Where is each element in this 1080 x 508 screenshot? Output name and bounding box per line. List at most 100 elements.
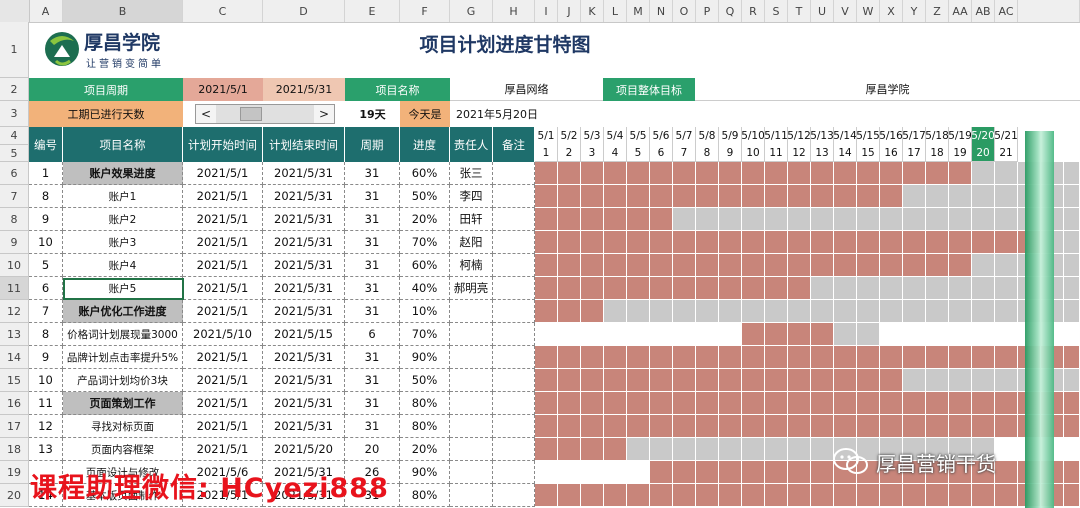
task-progress[interactable]: 80% [400, 484, 450, 507]
row-header-18[interactable]: 18 [0, 438, 29, 461]
column-header-y[interactable]: Y [903, 0, 926, 22]
scroll-thumb[interactable] [240, 107, 262, 121]
task-no[interactable]: 9 [29, 346, 63, 369]
task-plan-end[interactable]: 2021/5/31 [263, 162, 345, 185]
task-name[interactable]: 账户3 [63, 231, 183, 254]
column-header-s[interactable]: S [765, 0, 788, 22]
task-progress[interactable]: 80% [400, 392, 450, 415]
task-note[interactable] [493, 300, 535, 323]
task-note[interactable] [493, 231, 535, 254]
column-header-w[interactable]: W [857, 0, 880, 22]
row-header-13[interactable]: 13 [0, 323, 29, 346]
task-no[interactable]: 7 [29, 300, 63, 323]
column-header-j[interactable]: J [558, 0, 581, 22]
task-progress[interactable]: 40% [400, 277, 450, 300]
task-plan-start[interactable]: 2021/5/1 [183, 277, 263, 300]
task-plan-start[interactable]: 2021/5/1 [183, 254, 263, 277]
column-header-e[interactable]: E [345, 0, 400, 22]
column-header-aa[interactable]: AA [949, 0, 972, 22]
row-header-3[interactable]: 3 [0, 101, 29, 127]
row-header-9[interactable]: 9 [0, 231, 29, 254]
task-plan-start[interactable]: 2021/5/1 [183, 300, 263, 323]
project-name-value[interactable]: 厚昌网络 [450, 78, 603, 101]
task-name[interactable]: 账户优化工作进度 [63, 300, 183, 323]
scroll-left-button[interactable]: < [196, 105, 216, 123]
column-header-o[interactable]: O [673, 0, 696, 22]
row-header-17[interactable]: 17 [0, 415, 29, 438]
task-note[interactable] [493, 369, 535, 392]
task-owner[interactable]: 李四 [450, 185, 493, 208]
row-header-15[interactable]: 15 [0, 369, 29, 392]
task-name[interactable]: 页面内容框架 [63, 438, 183, 461]
task-plan-end[interactable]: 2021/5/31 [263, 231, 345, 254]
row-header-5[interactable]: 5 [0, 145, 29, 162]
task-no[interactable]: 6 [29, 277, 63, 300]
task-plan-end[interactable]: 2021/5/31 [263, 392, 345, 415]
task-duration[interactable]: 31 [345, 369, 400, 392]
task-progress[interactable]: 60% [400, 162, 450, 185]
task-owner[interactable] [450, 461, 493, 484]
task-progress[interactable]: 90% [400, 461, 450, 484]
task-progress[interactable]: 10% [400, 300, 450, 323]
task-progress[interactable]: 50% [400, 369, 450, 392]
row-header-19[interactable]: 19 [0, 461, 29, 484]
task-note[interactable] [493, 323, 535, 346]
task-duration[interactable]: 31 [345, 185, 400, 208]
task-owner[interactable]: 郝明亮 [450, 277, 493, 300]
task-plan-end[interactable]: 2021/5/31 [263, 346, 345, 369]
task-plan-start[interactable]: 2021/5/1 [183, 208, 263, 231]
task-note[interactable] [493, 415, 535, 438]
task-name[interactable]: 账户4 [63, 254, 183, 277]
column-header-v[interactable]: V [834, 0, 857, 22]
task-progress[interactable]: 50% [400, 185, 450, 208]
task-note[interactable] [493, 277, 535, 300]
task-plan-end[interactable]: 2021/5/15 [263, 323, 345, 346]
task-plan-end[interactable]: 2021/5/31 [263, 277, 345, 300]
column-header-h[interactable]: H [493, 0, 535, 22]
task-plan-end[interactable]: 2021/5/31 [263, 185, 345, 208]
task-owner[interactable] [450, 415, 493, 438]
scroll-right-button[interactable]: > [314, 105, 334, 123]
task-plan-start[interactable]: 2021/5/1 [183, 162, 263, 185]
task-no[interactable]: 1 [29, 162, 63, 185]
task-no[interactable]: 9 [29, 208, 63, 231]
project-end-date[interactable]: 2021/5/31 [263, 78, 345, 101]
column-header-g[interactable]: G [450, 0, 493, 22]
task-progress[interactable]: 80% [400, 415, 450, 438]
task-owner[interactable]: 柯楠 [450, 254, 493, 277]
task-name[interactable]: 页面策划工作 [63, 392, 183, 415]
column-header-k[interactable]: K [581, 0, 604, 22]
task-no[interactable]: 10 [29, 369, 63, 392]
task-duration[interactable]: 31 [345, 254, 400, 277]
task-duration[interactable]: 6 [345, 323, 400, 346]
task-owner[interactable] [450, 346, 493, 369]
task-note[interactable] [493, 438, 535, 461]
row-header-12[interactable]: 12 [0, 300, 29, 323]
column-header-z[interactable]: Z [926, 0, 949, 22]
task-plan-end[interactable]: 2021/5/20 [263, 438, 345, 461]
column-header-l[interactable]: L [604, 0, 627, 22]
task-plan-start[interactable]: 2021/5/10 [183, 323, 263, 346]
column-header-f[interactable]: F [400, 0, 450, 22]
row-header-7[interactable]: 7 [0, 185, 29, 208]
task-plan-start[interactable]: 2021/5/1 [183, 415, 263, 438]
column-header-r[interactable]: R [742, 0, 765, 22]
task-duration[interactable]: 31 [345, 231, 400, 254]
task-no[interactable]: 8 [29, 323, 63, 346]
select-all-corner[interactable] [0, 0, 30, 22]
task-owner[interactable]: 田轩 [450, 208, 493, 231]
task-no[interactable]: 13 [29, 438, 63, 461]
task-name[interactable]: 产品词计划均价3块 [63, 369, 183, 392]
task-duration[interactable]: 31 [345, 277, 400, 300]
task-duration[interactable]: 31 [345, 162, 400, 185]
task-owner[interactable] [450, 369, 493, 392]
date-scrollbar[interactable]: < > [195, 104, 335, 124]
task-progress[interactable]: 70% [400, 323, 450, 346]
column-header-ac[interactable]: AC [995, 0, 1018, 22]
task-duration[interactable]: 31 [345, 300, 400, 323]
task-duration[interactable]: 31 [345, 208, 400, 231]
column-header-u[interactable]: U [811, 0, 834, 22]
task-plan-start[interactable]: 2021/5/1 [183, 346, 263, 369]
column-header-m[interactable]: M [627, 0, 650, 22]
task-plan-end[interactable]: 2021/5/31 [263, 208, 345, 231]
